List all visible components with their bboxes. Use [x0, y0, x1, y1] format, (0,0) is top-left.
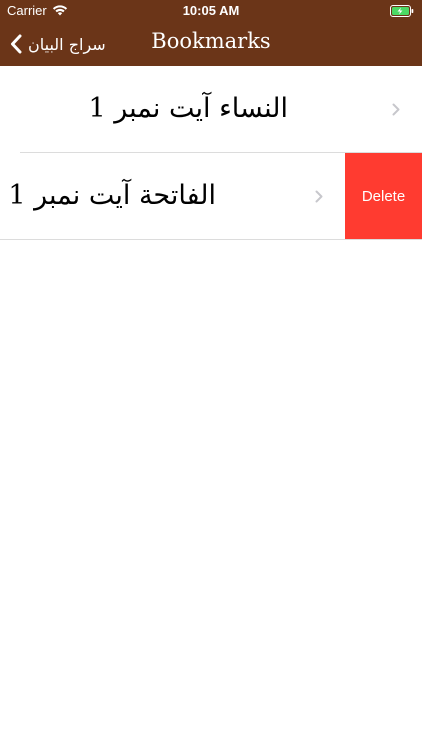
bookmark-row[interactable]: النساء آیت نمبر 1: [0, 66, 422, 153]
status-time: 10:05 AM: [182, 3, 240, 18]
navigation-bar: سراج البیان Bookmarks: [0, 22, 422, 66]
bookmarks-screen: Carrier 10:05 AM سراج البیان Bookmarks ا…: [0, 0, 422, 750]
top-bar: Carrier 10:05 AM سراج البیان Bookmarks: [0, 0, 422, 66]
back-button-label: سراج البیان: [28, 34, 106, 54]
chevron-right-icon: [392, 103, 400, 116]
chevron-right-icon: [315, 190, 323, 203]
delete-button[interactable]: Delete: [345, 153, 422, 240]
chevron-left-icon: [11, 34, 22, 54]
bookmark-label: الفاتحة آیت نمبر 1: [8, 180, 216, 211]
status-bar: Carrier 10:05 AM: [0, 0, 422, 22]
row-separator: [0, 239, 422, 240]
back-button[interactable]: سراج البیان: [10, 22, 106, 66]
bookmarks-list: النساء آیت نمبر 1 الفاتحة آیت نمبر 1 Del…: [0, 66, 422, 240]
bookmark-row[interactable]: الفاتحة آیت نمبر 1 Delete: [0, 153, 422, 240]
bookmark-label: النساء آیت نمبر 1: [88, 93, 288, 124]
battery-charging-icon: [390, 5, 414, 17]
